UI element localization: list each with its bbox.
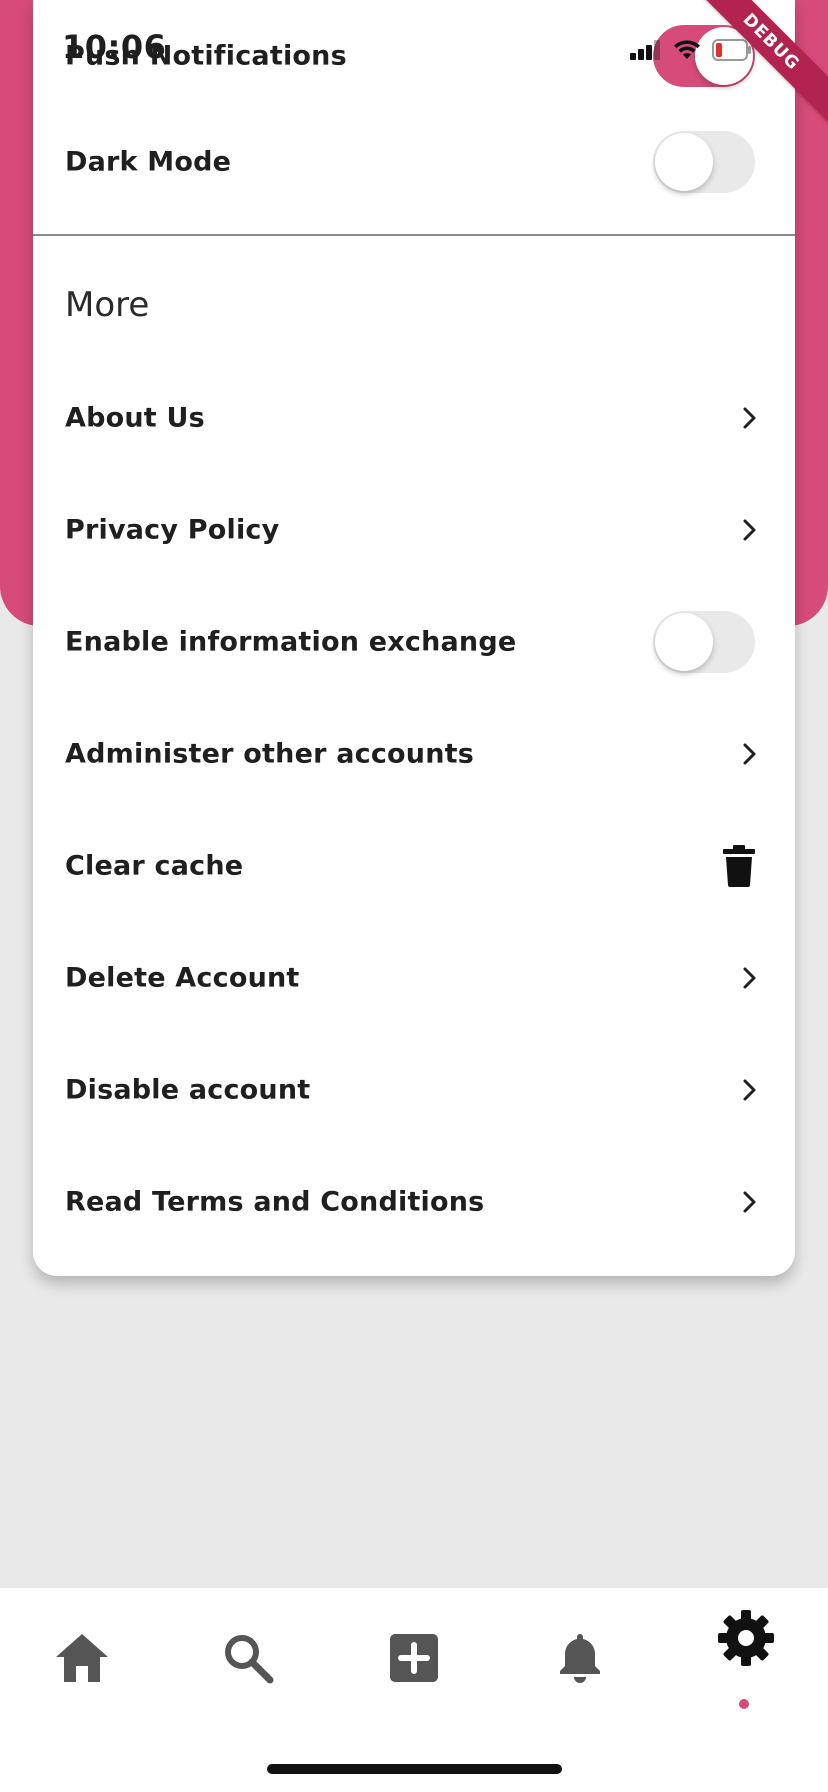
toggle-knob: [655, 133, 713, 191]
search-icon[interactable]: [218, 1628, 278, 1688]
add-box-icon[interactable]: [384, 1628, 444, 1688]
more-section-title: More: [65, 285, 150, 325]
information-exchange-row: Enable information exchange: [33, 586, 795, 698]
wifi-icon: [674, 40, 700, 59]
active-tab-indicator: [739, 1699, 749, 1709]
administer-accounts-row[interactable]: Administer other accounts: [33, 698, 795, 810]
status-bar-time: 10:06: [62, 28, 167, 66]
delete-account-label: Delete Account: [65, 962, 300, 994]
clear-cache-label: Clear cache: [65, 850, 244, 882]
terms-conditions-label: Read Terms and Conditions: [65, 1186, 485, 1218]
bell-icon[interactable]: [550, 1628, 610, 1688]
disable-account-row[interactable]: Disable account: [33, 1034, 795, 1146]
dark-mode-row: Dark Mode: [33, 106, 795, 218]
home-indicator: [267, 1764, 562, 1774]
chevron-right-icon: [743, 743, 756, 765]
privacy-policy-label: Privacy Policy: [65, 514, 280, 546]
chevron-right-icon: [743, 1191, 756, 1213]
disable-account-label: Disable account: [65, 1074, 311, 1106]
delete-account-row[interactable]: Delete Account: [33, 922, 795, 1034]
privacy-policy-row[interactable]: Privacy Policy: [33, 474, 795, 586]
settings-screen: Push Notifications 10:06 Dark Mode More …: [0, 0, 828, 1792]
trash-icon[interactable]: [723, 845, 755, 887]
information-exchange-toggle[interactable]: [653, 611, 755, 673]
dark-mode-label: Dark Mode: [65, 146, 232, 178]
terms-conditions-row[interactable]: Read Terms and Conditions: [33, 1146, 795, 1258]
chevron-right-icon: [743, 1079, 756, 1101]
about-us-label: About Us: [65, 402, 205, 434]
chevron-right-icon: [743, 519, 756, 541]
status-bar-icons: [630, 36, 752, 64]
battery-icon: [712, 39, 751, 61]
cellular-signal-icon: [630, 40, 660, 60]
clear-cache-row[interactable]: Clear cache: [33, 810, 795, 922]
chevron-right-icon: [743, 407, 756, 429]
about-us-row[interactable]: About Us: [33, 362, 795, 474]
home-icon[interactable]: [52, 1628, 112, 1688]
section-divider: [33, 234, 795, 236]
information-exchange-label: Enable information exchange: [65, 626, 517, 658]
dark-mode-toggle[interactable]: [653, 131, 755, 193]
chevron-right-icon: [743, 967, 756, 989]
bottom-navigation-bar: [0, 1588, 828, 1792]
administer-accounts-label: Administer other accounts: [65, 738, 474, 770]
toggle-knob: [655, 613, 713, 671]
settings-gear-icon[interactable]: [716, 1608, 776, 1668]
